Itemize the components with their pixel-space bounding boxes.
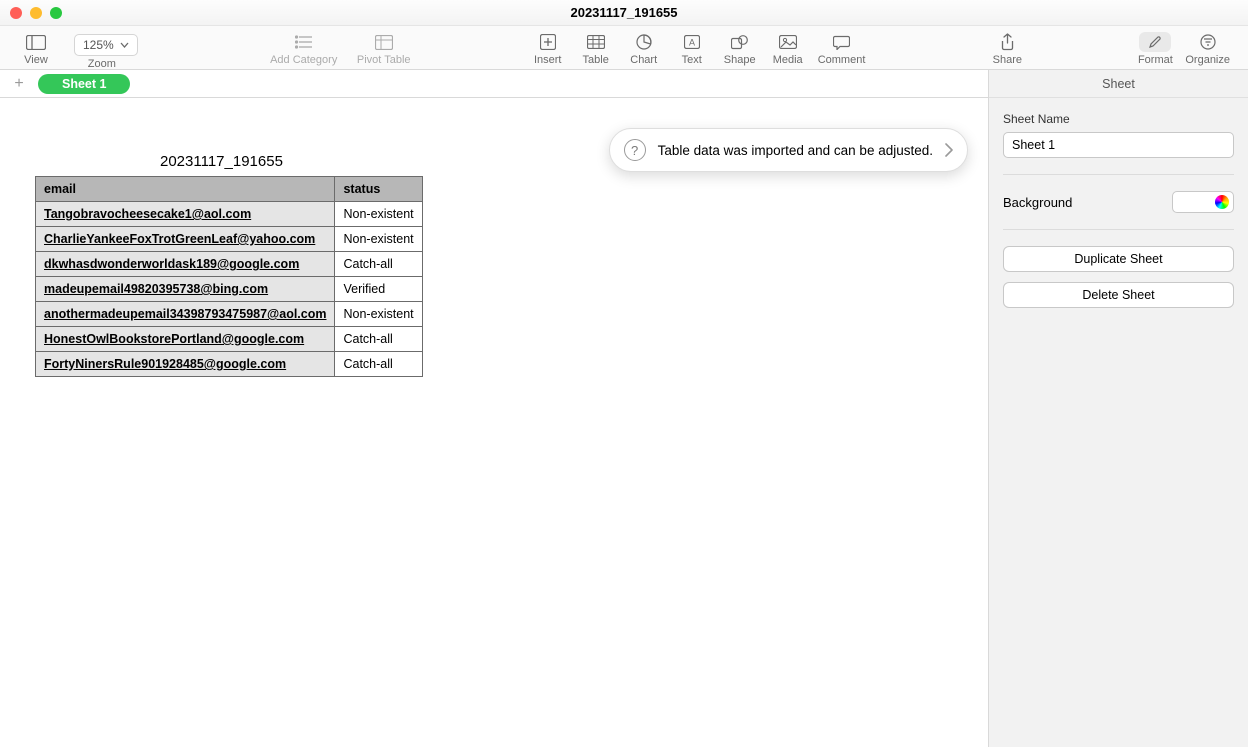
background-label: Background <box>1003 195 1072 210</box>
view-label: View <box>24 54 48 66</box>
cell-status[interactable]: Catch-all <box>335 252 422 277</box>
sidebar-icon <box>26 32 46 52</box>
cell-email[interactable]: Tangobravocheesecake1@aol.com <box>36 202 335 227</box>
background-color-picker[interactable] <box>1172 191 1234 213</box>
organize-label: Organize <box>1185 54 1230 66</box>
cell-email[interactable]: dkwhasdwonderworldask189@google.com <box>36 252 335 277</box>
table-row[interactable]: dkwhasdwonderworldask189@google.comCatch… <box>36 252 423 277</box>
add-category-label: Add Category <box>270 54 337 66</box>
table-row[interactable]: madeupemail49820395738@bing.comVerified <box>36 277 423 302</box>
traffic-lights <box>10 7 62 19</box>
divider <box>1003 229 1234 230</box>
add-sheet-button[interactable]: + <box>8 73 30 95</box>
cell-status[interactable]: Catch-all <box>335 352 422 377</box>
cell-status[interactable]: Non-existent <box>335 302 422 327</box>
cell-email[interactable]: anothermadeupemail34398793475987@aol.com <box>36 302 335 327</box>
cell-status[interactable]: Non-existent <box>335 227 422 252</box>
cell-email[interactable]: CharlieYankeeFoxTrotGreenLeaf@yahoo.com <box>36 227 335 252</box>
media-label: Media <box>773 54 803 66</box>
zoom-window-button[interactable] <box>50 7 62 19</box>
organize-button[interactable]: Organize <box>1179 30 1236 66</box>
close-window-button[interactable] <box>10 7 22 19</box>
duplicate-sheet-button[interactable]: Duplicate Sheet <box>1003 246 1234 272</box>
list-icon <box>295 32 313 52</box>
comment-label: Comment <box>818 54 866 66</box>
paintbrush-icon <box>1139 32 1171 52</box>
shape-label: Shape <box>724 54 756 66</box>
text-label: Text <box>682 54 702 66</box>
text-button[interactable]: A Text <box>668 30 716 66</box>
plus-square-icon <box>540 32 556 52</box>
delete-sheet-button[interactable]: Delete Sheet <box>1003 282 1234 308</box>
minimize-window-button[interactable] <box>30 7 42 19</box>
chevron-down-icon <box>120 42 129 48</box>
format-button[interactable]: Format <box>1131 30 1179 66</box>
sheet-name-label: Sheet Name <box>1003 112 1234 126</box>
table-button[interactable]: Table <box>572 30 620 66</box>
share-icon <box>1000 32 1015 52</box>
table-row[interactable]: CharlieYankeeFoxTrotGreenLeaf@yahoo.comN… <box>36 227 423 252</box>
shape-button[interactable]: Shape <box>716 30 764 66</box>
table-row[interactable]: FortyNinersRule901928485@google.comCatch… <box>36 352 423 377</box>
toolbar: View 125% Zoom Add Category Pivot Table … <box>0 26 1248 70</box>
table-row[interactable]: Tangobravocheesecake1@aol.comNon-existen… <box>36 202 423 227</box>
share-label: Share <box>993 54 1022 66</box>
view-button[interactable]: View <box>12 30 60 66</box>
table-row[interactable]: HonestOwlBookstorePortland@google.comCat… <box>36 327 423 352</box>
help-icon: ? <box>624 139 646 161</box>
zoom-select[interactable]: 125% <box>74 34 138 56</box>
text-icon: A <box>684 32 700 52</box>
sheet-tab-active[interactable]: Sheet 1 <box>38 74 130 94</box>
pivot-table-button[interactable]: Pivot Table <box>344 30 424 66</box>
divider <box>1003 174 1234 175</box>
table-label: Table <box>583 54 609 66</box>
chart-button[interactable]: Chart <box>620 30 668 66</box>
cell-status[interactable]: Non-existent <box>335 202 422 227</box>
add-category-button[interactable]: Add Category <box>264 30 344 66</box>
cell-email[interactable]: madeupemail49820395738@bing.com <box>36 277 335 302</box>
share-button[interactable]: Share <box>983 30 1031 66</box>
speech-bubble-icon <box>833 32 850 52</box>
format-label: Format <box>1138 54 1173 66</box>
table-row[interactable]: anothermadeupemail34398793475987@aol.com… <box>36 302 423 327</box>
notification-text: Table data was imported and can be adjus… <box>658 143 933 158</box>
cell-email[interactable]: FortyNinersRule901928485@google.com <box>36 352 335 377</box>
canvas[interactable]: 20231117_191655 email status Tangobravoc… <box>0 98 988 747</box>
header-email[interactable]: email <box>36 177 335 202</box>
zoom-label: Zoom <box>88 58 116 70</box>
shape-icon <box>731 32 748 52</box>
comment-button[interactable]: Comment <box>812 30 872 66</box>
filter-icon <box>1200 32 1216 52</box>
table-title: 20231117_191655 <box>160 153 283 170</box>
cell-status[interactable]: Verified <box>335 277 422 302</box>
pivot-icon <box>375 32 393 52</box>
header-status[interactable]: status <box>335 177 422 202</box>
document-title: 20231117_191655 <box>570 5 677 20</box>
inspector-tab-sheet[interactable]: Sheet <box>989 70 1248 98</box>
media-button[interactable]: Media <box>764 30 812 66</box>
pivot-table-label: Pivot Table <box>357 54 411 66</box>
cell-status[interactable]: Catch-all <box>335 327 422 352</box>
image-icon <box>779 32 797 52</box>
cell-email[interactable]: HonestOwlBookstorePortland@google.com <box>36 327 335 352</box>
zoom-button[interactable]: 125% Zoom <box>60 30 144 70</box>
data-table[interactable]: email status Tangobravocheesecake1@aol.c… <box>35 176 423 377</box>
import-notification[interactable]: ? Table data was imported and can be adj… <box>609 128 968 172</box>
table-header-row: email status <box>36 177 423 202</box>
sheet-name-input[interactable] <box>1003 132 1234 158</box>
color-wheel-icon <box>1215 195 1229 209</box>
table-icon <box>587 32 605 52</box>
svg-text:A: A <box>689 38 695 48</box>
chevron-right-icon[interactable] <box>945 143 953 157</box>
insert-label: Insert <box>534 54 562 66</box>
insert-button[interactable]: Insert <box>524 30 572 66</box>
pie-chart-icon <box>636 32 652 52</box>
zoom-value: 125% <box>83 38 114 52</box>
chart-label: Chart <box>630 54 657 66</box>
window-titlebar: 20231117_191655 <box>0 0 1248 26</box>
inspector-panel: Sheet Sheet Name Background Duplicate Sh… <box>988 70 1248 747</box>
